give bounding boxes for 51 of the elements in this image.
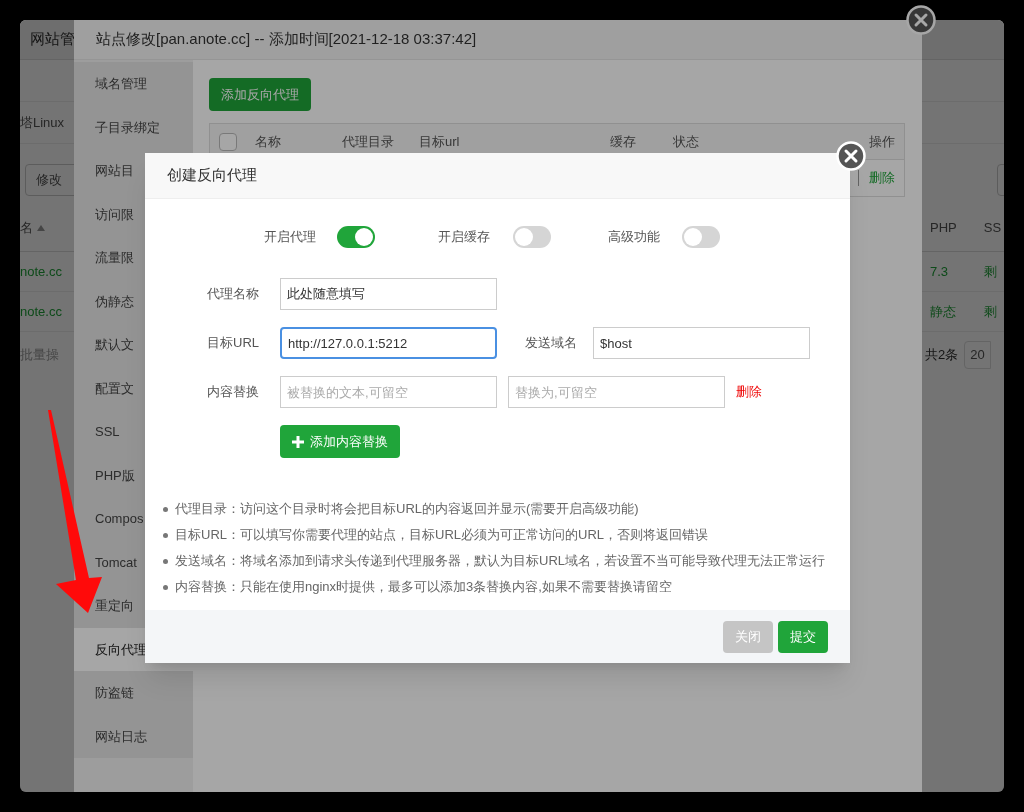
toggle-label: 开启代理 xyxy=(264,228,317,247)
sidebar-item[interactable]: 子目录绑定 xyxy=(74,105,193,149)
table-cell-text: 7.3 xyxy=(930,262,950,281)
column-header: 代理目录 xyxy=(342,133,394,149)
page-size-select[interactable]: 20 xyxy=(964,341,991,369)
submit-button[interactable]: 提交 xyxy=(778,620,828,653)
hint-text: 发送域名：将域名添加到请求头传递到代理服务器，默认为目标URL域名，若设置不当可能导致代理无法正常运行 xyxy=(175,552,825,571)
sidebar-item[interactable]: 域名管理 xyxy=(74,62,193,106)
input-field[interactable]: 替换为,可留空 xyxy=(508,376,725,408)
column-header: 目标url xyxy=(419,133,460,149)
column-header: 操作 xyxy=(869,133,895,149)
input-field[interactable]: $host xyxy=(593,327,810,359)
toggle-switch[interactable] xyxy=(513,226,551,248)
sidebar-item[interactable]: 网站日志 xyxy=(74,714,193,758)
close-icon[interactable] xyxy=(906,5,936,35)
toggle-label: 开启缓存 xyxy=(438,228,491,247)
edit-button[interactable]: 修改 xyxy=(25,164,74,196)
column-header: SS xyxy=(983,218,1002,237)
field-label: 代理名称 xyxy=(207,285,260,304)
bullet-icon xyxy=(163,506,168,512)
bullet-icon xyxy=(163,558,168,564)
input-field[interactable]: 被替换的文本,可留空 xyxy=(280,376,497,408)
plus-icon xyxy=(292,435,304,448)
column-header: 缓存 xyxy=(610,133,636,149)
bullet-icon xyxy=(163,584,168,590)
add-proxy-button[interactable]: 添加反向代理 xyxy=(209,78,311,111)
column-header: 名称 xyxy=(255,133,281,149)
delete-link[interactable]: 删除 xyxy=(736,382,762,402)
input-field[interactable]: http://127.0.0.1:5212 xyxy=(280,327,497,359)
add-replace-button[interactable]: 添加内容替换 xyxy=(280,425,400,458)
bullet-icon xyxy=(163,532,168,538)
toggle-label: 高级功能 xyxy=(608,228,661,247)
column-header: 名 xyxy=(20,218,33,237)
delete-link[interactable]: 删除 xyxy=(869,168,895,188)
input-field[interactable]: 此处随意填写 xyxy=(280,278,497,310)
window-title: 网站管 xyxy=(30,29,75,50)
sort-icon[interactable] xyxy=(37,224,45,231)
field-label: 内容替换 xyxy=(207,383,260,402)
total-count: 共2条 xyxy=(925,346,959,365)
breadcrumb-text: 塔Linux xyxy=(20,113,65,132)
table-cell-text: 剩 xyxy=(984,302,997,321)
toggle-switch[interactable] xyxy=(337,226,375,248)
column-header: 状态 xyxy=(673,133,699,149)
table-cell-text: 剩 xyxy=(984,262,997,281)
column-header: PHP xyxy=(930,218,957,237)
field-label: 发送域名 xyxy=(525,334,578,353)
dialog-title: 站点修改[pan.anote.cc] -- 添加时间[2021-12-18 03:37:42] xyxy=(96,29,477,50)
sidebar-item[interactable]: 防盗链 xyxy=(74,671,193,715)
toggle-switch[interactable] xyxy=(682,226,720,248)
checkbox[interactable] xyxy=(219,132,237,151)
field-label: 目标URL xyxy=(207,334,260,353)
